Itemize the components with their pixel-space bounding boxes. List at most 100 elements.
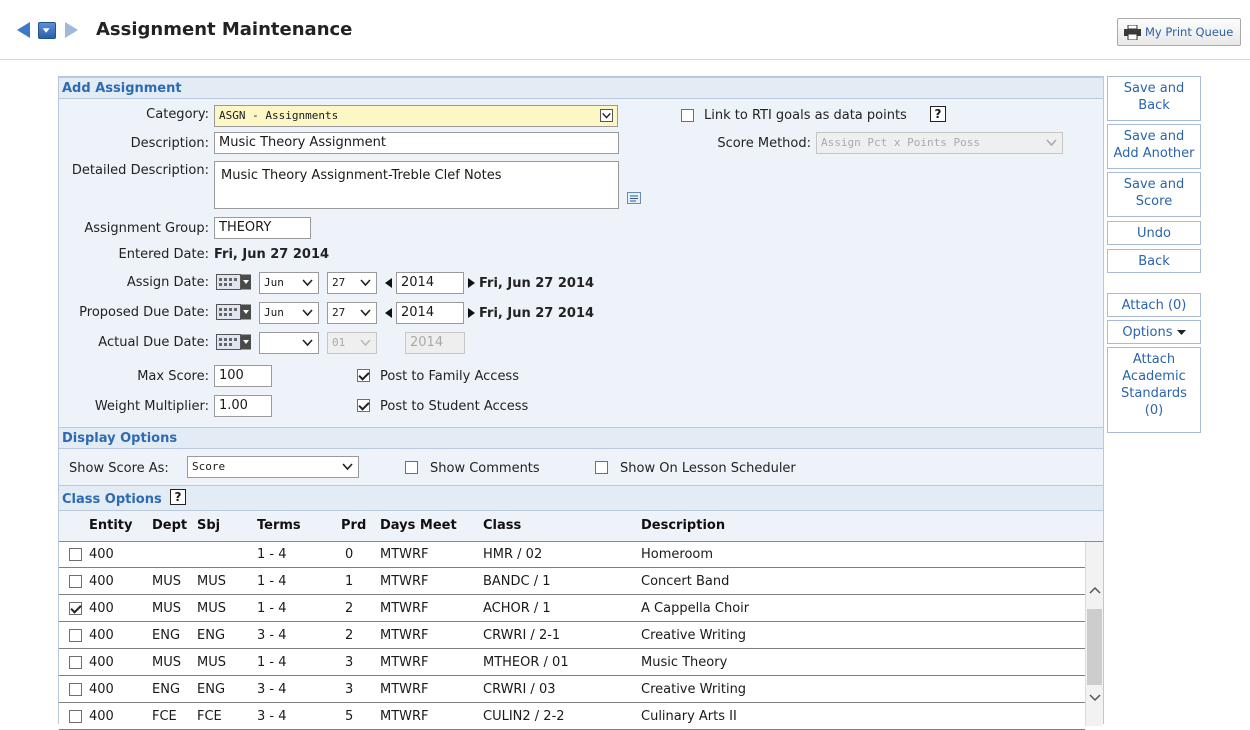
year-forward-arrow-icon[interactable]	[468, 278, 476, 288]
assign-month-select[interactable]: Jun	[259, 272, 319, 294]
row-select-checkbox[interactable]	[69, 683, 82, 696]
rti-checkbox[interactable]	[681, 109, 694, 122]
calendar-icon[interactable]	[216, 304, 252, 320]
proposed-year-input[interactable]: 2014	[396, 302, 464, 324]
cell-dept: MUS	[152, 601, 181, 616]
proposed-month-select[interactable]: Jun	[259, 302, 319, 324]
back-button[interactable]: Back	[1107, 249, 1201, 273]
actual-year-input: 2014	[405, 332, 465, 354]
cell-sbj: ENG	[197, 628, 226, 643]
table-row: 400 MUS MUS 1 - 4 2 MTWRF ACHOR / 1 A Cappella …	[59, 596, 1085, 622]
chevron-down-icon	[342, 463, 353, 471]
column-header-prd[interactable]: Prd	[341, 518, 366, 533]
actual-day-select: 01	[327, 332, 377, 354]
table-row: 400 ENG ENG 3 - 4 2 MTWRF CRWRI / 2-1 Creative …	[59, 623, 1085, 649]
detailed-description-textarea[interactable]: Music Theory Assignment-Treble Clef Note…	[214, 161, 619, 209]
column-header-dept[interactable]: Dept	[152, 518, 187, 533]
calendar-icon[interactable]	[216, 334, 252, 350]
assign-day-select[interactable]: 27	[327, 272, 377, 294]
show-score-select[interactable]: Score	[187, 456, 359, 478]
column-header-days-meet[interactable]: Days Meet	[380, 518, 457, 533]
cell-dept: MUS	[152, 655, 181, 670]
cell-prd: 3	[345, 682, 354, 697]
cell-desc: Music Theory	[641, 655, 728, 670]
attach-button[interactable]: Attach (0)	[1107, 293, 1201, 317]
help-icon[interactable]: ?	[930, 106, 946, 122]
save-and-add-line-2: Add Another	[1113, 146, 1195, 161]
column-header-terms[interactable]: Terms	[257, 518, 301, 533]
row-select-checkbox[interactable]	[69, 629, 82, 642]
row-select-checkbox[interactable]	[69, 548, 82, 561]
description-input[interactable]: Music Theory Assignment	[214, 132, 619, 154]
cell-entity: 400	[89, 628, 114, 643]
assignment-group-input[interactable]: THEORY	[214, 217, 311, 239]
undo-button[interactable]: Undo	[1107, 221, 1201, 245]
caret-down-icon	[1176, 330, 1186, 335]
class-options-title: Class Options	[62, 492, 162, 507]
cell-entity: 400	[89, 709, 114, 724]
score-method-select: Assign Pct x Points Poss	[816, 132, 1063, 154]
save-and-back-button[interactable]: Save and Back	[1107, 76, 1201, 121]
column-header-description[interactable]: Description	[641, 518, 725, 533]
row-select-checkbox[interactable]	[69, 602, 82, 615]
row-select-checkbox[interactable]	[69, 575, 82, 588]
standards-line-3: Standards	[1121, 386, 1187, 401]
help-icon[interactable]: ?	[170, 489, 186, 505]
cell-days: MTWRF	[380, 601, 429, 616]
cell-days: MTWRF	[380, 682, 429, 697]
assign-date-text: Fri, Jun 27 2014	[479, 276, 595, 291]
post-family-checkbox[interactable]	[357, 369, 370, 382]
weight-multiplier-input[interactable]: 1.00	[214, 395, 272, 417]
cell-desc: A Cappella Choir	[641, 601, 750, 616]
save-and-score-button[interactable]: Save and Score	[1107, 172, 1201, 217]
year-back-arrow-icon[interactable]	[385, 278, 393, 288]
add-assignment-header: Add Assignment	[59, 77, 1103, 99]
back-arrow-icon[interactable]	[16, 21, 31, 39]
max-score-input[interactable]: 100	[214, 365, 272, 387]
cell-class: MTHEOR / 01	[483, 655, 569, 670]
assign-year-input[interactable]: 2014	[396, 272, 464, 294]
row-select-checkbox[interactable]	[69, 710, 82, 723]
year-back-arrow-icon[interactable]	[385, 308, 393, 318]
print-queue-button[interactable]: My Print Queue	[1117, 18, 1241, 46]
attach-academic-standards-button[interactable]: Attach Academic Standards (0)	[1107, 347, 1201, 433]
cell-terms: 3 - 4	[257, 709, 287, 724]
scroll-up-icon[interactable]	[1089, 586, 1101, 594]
category-select[interactable]: ASGN - Assignments	[214, 105, 618, 127]
table-scrollbar[interactable]	[1085, 542, 1103, 726]
cell-sbj: FCE	[197, 709, 222, 724]
cell-days: MTWRF	[380, 709, 429, 724]
column-header-entity[interactable]: Entity	[89, 518, 133, 533]
standards-line-1: Attach	[1132, 352, 1176, 367]
save-and-add-line-1: Save and	[1123, 129, 1185, 144]
show-comments-label: Show Comments	[430, 461, 540, 476]
chevron-down-icon	[302, 339, 313, 347]
column-header-sbj[interactable]: Sbj	[197, 518, 220, 533]
proposed-date-text: Fri, Jun 27 2014	[479, 306, 595, 321]
save-and-back-line-2: Back	[1138, 98, 1170, 113]
chevron-down-icon	[1046, 139, 1057, 147]
actual-month-select[interactable]	[259, 332, 319, 354]
table-row: 400 MUS MUS 1 - 4 3 MTWRF MTHEOR / 01 Music The…	[59, 650, 1085, 676]
nav-menu-button[interactable]	[38, 22, 56, 39]
forward-arrow-icon[interactable]	[64, 21, 79, 39]
cell-terms: 3 - 4	[257, 682, 287, 697]
post-student-checkbox[interactable]	[357, 399, 370, 412]
scrollbar-thumb[interactable]	[1087, 609, 1102, 685]
assignment-group-label: Assignment Group:	[84, 221, 209, 236]
entered-date-label: Entered Date:	[118, 247, 209, 262]
row-select-checkbox[interactable]	[69, 656, 82, 669]
year-forward-arrow-icon[interactable]	[468, 308, 476, 318]
save-and-add-another-button[interactable]: Save and Add Another	[1107, 124, 1201, 169]
cell-prd: 3	[345, 655, 354, 670]
cell-dept: ENG	[152, 682, 181, 697]
calendar-icon[interactable]	[216, 274, 252, 290]
show-comments-checkbox[interactable]	[405, 461, 418, 474]
proposed-day-select[interactable]: 27	[327, 302, 377, 324]
options-button[interactable]: Options	[1107, 320, 1201, 344]
scroll-down-icon[interactable]	[1089, 694, 1101, 702]
column-header-class[interactable]: Class	[483, 518, 521, 533]
chevron-down-icon	[302, 279, 313, 287]
expand-editor-icon[interactable]	[627, 192, 641, 204]
show-lesson-scheduler-checkbox[interactable]	[595, 461, 608, 474]
